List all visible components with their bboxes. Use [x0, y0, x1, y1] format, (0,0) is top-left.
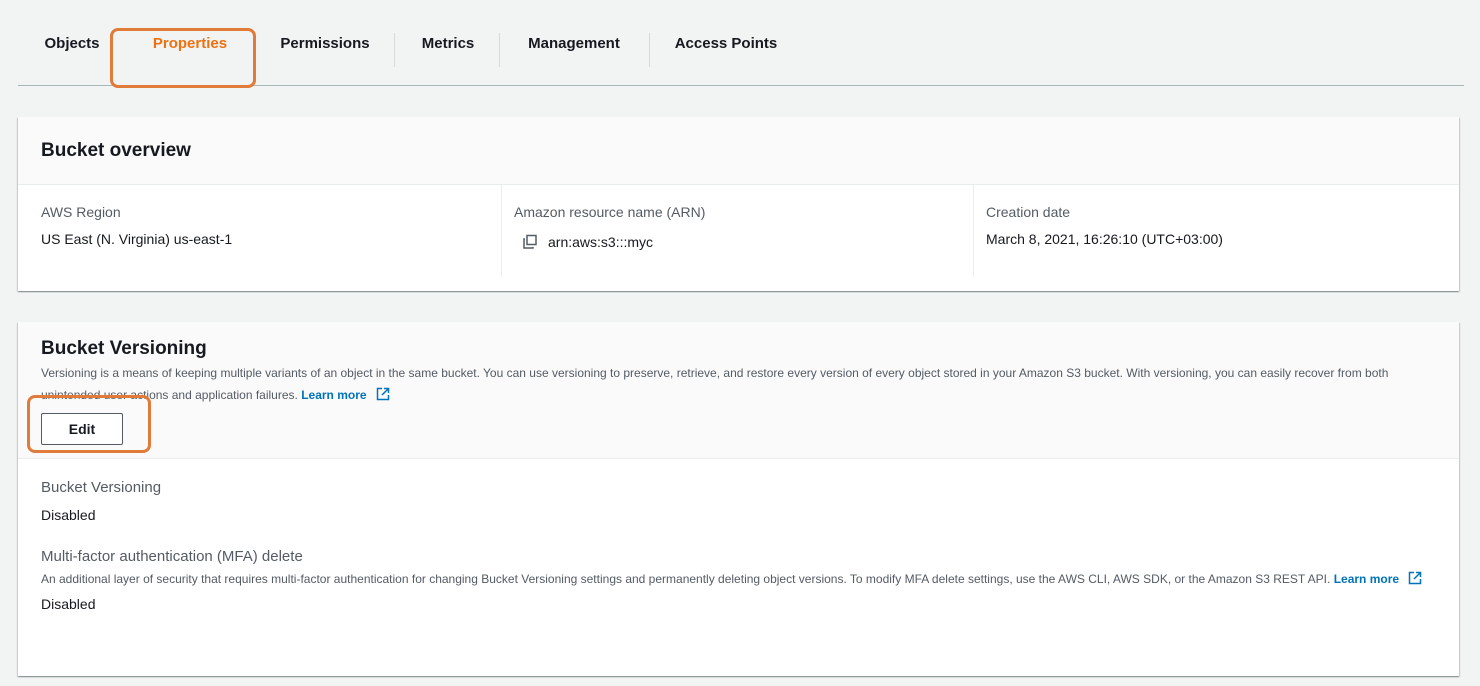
external-link-icon[interactable]: [376, 387, 390, 401]
mfa-delete-value: Disabled: [41, 596, 96, 612]
versioning-status-value: Disabled: [41, 507, 96, 523]
external-link-icon[interactable]: [1408, 571, 1422, 585]
tab-bar: Objects Properties Permissions Metrics M…: [18, 0, 1464, 86]
arn-row: arn:aws:s3:::myc: [522, 234, 973, 250]
tab-access-points[interactable]: Access Points: [673, 0, 779, 86]
creation-date-value: March 8, 2021, 16:26:10 (UTC+03:00): [986, 231, 1223, 247]
bucket-versioning-description: Versioning is a means of keeping multipl…: [41, 366, 1389, 402]
bucket-overview-panel: Bucket overview AWS Region US East (N. V…: [18, 117, 1459, 291]
region-label: AWS Region: [41, 204, 121, 220]
mfa-delete-description: An additional layer of security that req…: [41, 568, 1441, 590]
arn-value: arn:aws:s3:::myc: [548, 234, 654, 250]
bucket-versioning-panel: Bucket Versioning Versioning is a means …: [18, 322, 1459, 676]
bucket-overview-body: AWS Region US East (N. Virginia) us-east…: [18, 185, 1459, 290]
arn-label: Amazon resource name (ARN): [514, 204, 706, 220]
copy-icon[interactable]: [522, 234, 538, 250]
learn-more-link[interactable]: Learn more: [301, 388, 366, 402]
tab-properties[interactable]: Properties: [144, 0, 236, 86]
creation-date-field: Creation date March 8, 2021, 16:26:10 (U…: [973, 185, 1433, 277]
bucket-versioning-title: Bucket Versioning: [41, 338, 207, 359]
tab-divider: [649, 33, 650, 67]
edit-button[interactable]: Edit: [41, 413, 123, 445]
tab-divider: [499, 33, 500, 67]
versioning-status-label: Bucket Versioning: [41, 479, 162, 496]
region-value: US East (N. Virginia) us-east-1: [41, 231, 233, 247]
arn-field: Amazon resource name (ARN) arn:aws:s3:::…: [501, 185, 973, 277]
tab-objects[interactable]: Objects: [42, 0, 102, 86]
tab-permissions[interactable]: Permissions: [276, 0, 374, 86]
tab-management[interactable]: Management: [523, 0, 625, 86]
creation-date-label: Creation date: [986, 204, 1071, 220]
mfa-learn-more-link[interactable]: Learn more: [1334, 572, 1399, 586]
bucket-versioning-header: Bucket Versioning Versioning is a means …: [18, 322, 1459, 459]
tab-metrics[interactable]: Metrics: [416, 0, 480, 86]
mfa-delete-label: Multi-factor authentication (MFA) delete: [41, 548, 303, 565]
tab-divider: [394, 33, 395, 67]
bucket-versioning-body: Bucket Versioning Disabled Multi-factor …: [18, 459, 1459, 612]
bucket-overview-title: Bucket overview: [41, 139, 191, 161]
region-field: AWS Region US East (N. Virginia) us-east…: [41, 185, 501, 277]
bucket-overview-header: Bucket overview: [18, 117, 1459, 185]
